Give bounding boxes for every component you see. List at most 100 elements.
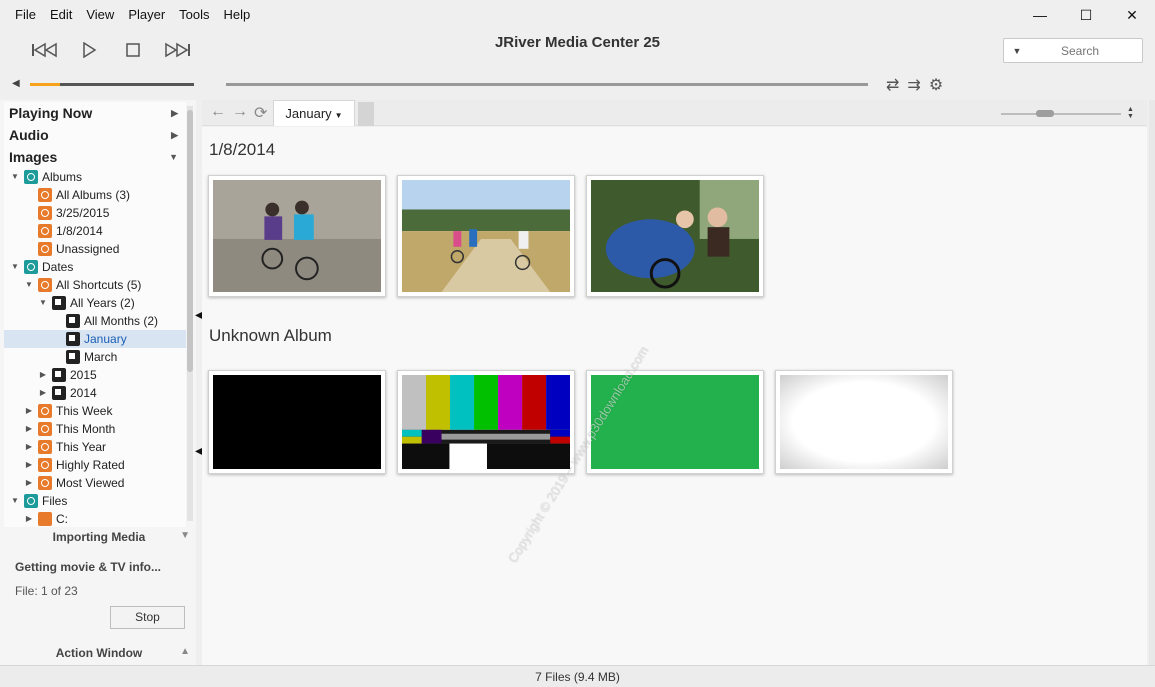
tree-item[interactable]: ▼ Albums [4,168,186,186]
collapse-sidebar-icon[interactable]: ◀ [195,310,203,321]
tree-item[interactable]: ▶ This Week [4,402,186,420]
expand-toggle-icon[interactable]: ▶ [24,474,34,492]
tree-item[interactable]: 3/25/2015 [4,204,186,222]
sidebar-section-audio[interactable]: Audio ▶ [4,124,186,146]
play-icon [83,42,97,58]
tree-item[interactable]: ▼ Files [4,492,186,510]
sidebar-section-images[interactable]: Images ▼ [4,146,186,168]
expand-toggle-icon[interactable]: ▶ [24,420,34,438]
image-thumbnail[interactable] [586,175,764,297]
importing-media-header[interactable]: Importing Media ▼ [8,530,190,544]
expand-down-icon[interactable]: ▼ [169,146,178,168]
previous-icon [32,42,57,58]
volume-slider[interactable] [30,83,194,86]
next-track-button[interactable] [162,38,192,62]
tree-item[interactable]: Unassigned [4,240,186,258]
volume-fill [30,83,60,86]
album-icon [38,242,52,256]
chevron-up-icon[interactable]: ▲ [180,646,190,657]
tree-item[interactable]: ▶ Highly Rated [4,456,186,474]
tree-item-label: Highly Rated [56,458,125,472]
new-tab-button[interactable] [358,102,374,126]
album-icon [38,458,52,472]
expand-toggle-icon[interactable]: ▶ [38,366,48,384]
tree-item[interactable]: ▼ All Shortcuts (5) [4,276,186,294]
album-icon [38,440,52,454]
expand-toggle-icon[interactable]: ▶ [24,456,34,474]
image-thumbnail[interactable] [775,370,953,474]
tree-item[interactable]: All Months (2) [4,312,186,330]
stop-button[interactable] [118,38,148,62]
tree-item[interactable]: ▼ Dates [4,258,186,276]
calendar-icon [66,332,80,346]
tree-item-label: All Years (2) [70,296,135,310]
search-dropdown-icon[interactable]: ▼ [1004,46,1030,56]
tree-item[interactable]: ▶ This Year [4,438,186,456]
tree-item[interactable]: ▶ 2015 [4,366,186,384]
tree-item[interactable]: ▶ C: [4,510,186,527]
calendar-icon [52,368,66,382]
expand-toggle-icon[interactable]: ▶ [24,510,34,527]
library-icon [24,260,38,274]
search-box[interactable]: ▼ [1003,38,1143,63]
tree-item-label: Albums [42,170,83,184]
image-thumbnail[interactable] [397,175,575,297]
menu-help[interactable]: Help [217,7,258,22]
stop-import-button[interactable]: Stop [110,606,185,629]
expand-toggle-icon[interactable]: ▶ [24,402,34,420]
tree-item[interactable]: ▶ This Month [4,420,186,438]
menu-tools[interactable]: Tools [172,7,216,22]
tab-january[interactable]: January ▼ [273,100,355,126]
tree-scrollbar-thumb[interactable] [187,110,193,372]
collapse-toggle-icon[interactable]: ▼ [10,492,20,510]
image-thumbnail[interactable] [208,175,386,297]
content-scrollbar[interactable] [1149,100,1155,665]
tree-item[interactable]: January [4,330,186,348]
close-button[interactable]: ✕ [1109,0,1155,30]
forward-arrow-icon[interactable]: → [232,103,248,123]
image-thumbnail[interactable] [397,370,575,474]
chevron-down-icon[interactable]: ▼ [180,530,190,541]
tree-item[interactable]: 1/8/2014 [4,222,186,240]
collapse-toggle-icon[interactable]: ▼ [38,294,48,312]
shuffle-icon[interactable]: ⇉ [907,75,920,95]
previous-track-button[interactable] [30,38,60,62]
repeat-icon[interactable]: ⇄ [886,75,899,95]
expand-toggle-icon[interactable]: ▶ [38,384,48,402]
thumbnail-size-slider[interactable] [1001,110,1121,117]
action-window-header[interactable]: Action Window ▲ [8,646,190,660]
spinner-arrows-icon[interactable]: ▲ ▼ [1127,106,1134,120]
sidebar-section-playing-now[interactable]: Playing Now ▶ [4,102,186,124]
gear-icon[interactable]: ⚙ [929,75,943,95]
tree-item[interactable]: All Albums (3) [4,186,186,204]
menu-view[interactable]: View [79,7,121,22]
tree-item[interactable]: March [4,348,186,366]
slider-knob[interactable] [1036,110,1054,117]
action-window-title: Action Window [55,646,143,660]
play-button[interactable] [74,38,104,62]
collapse-toggle-icon[interactable]: ▼ [10,168,20,186]
minimize-button[interactable]: — [1017,0,1063,30]
position-slider[interactable] [226,83,868,86]
collapse-toggle-icon[interactable]: ▼ [10,258,20,276]
search-input[interactable] [1030,43,1130,58]
tree-item[interactable]: ▶ 2014 [4,384,186,402]
importing-media-title: Importing Media [52,530,146,544]
next-icon [165,42,190,58]
menu-edit[interactable]: Edit [43,7,79,22]
volume-icon: ◀ [12,78,20,89]
maximize-button[interactable]: ☐ [1063,0,1109,30]
collapse-panel-icon[interactable]: ◀ [195,446,203,457]
tree-item[interactable]: ▼ All Years (2) [4,294,186,312]
image-thumbnail[interactable] [208,370,386,474]
tree-scrollbar[interactable] [187,106,193,521]
tree-item[interactable]: ▶ Most Viewed [4,474,186,492]
collapse-toggle-icon[interactable]: ▼ [24,276,34,294]
expand-toggle-icon[interactable]: ▶ [24,438,34,456]
back-arrow-icon[interactable]: ← [210,103,226,123]
expand-right-icon[interactable]: ▶ [171,102,178,124]
menu-file[interactable]: File [8,7,43,22]
menu-player[interactable]: Player [121,7,172,22]
expand-right-icon[interactable]: ▶ [171,124,178,146]
refresh-icon[interactable]: ⟳ [254,103,267,123]
